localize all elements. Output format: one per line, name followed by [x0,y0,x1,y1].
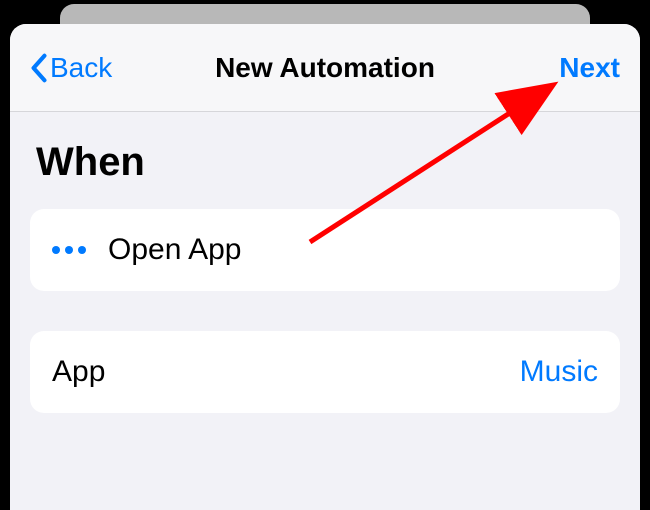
page-title: New Automation [215,52,435,84]
trigger-label: Open App [108,233,241,267]
chevron-left-icon [30,53,48,83]
back-label: Back [50,52,112,84]
navigation-bar: Back New Automation Next [10,24,640,112]
back-button[interactable]: Back [30,52,112,84]
modal-sheet: Back New Automation Next When Open App A… [10,24,640,510]
trigger-card[interactable]: Open App [30,209,620,291]
content-area: When Open App App Music [10,112,640,413]
app-value: Music [520,355,598,389]
app-label: App [52,355,105,389]
section-heading: When [30,140,620,185]
more-icon [52,246,86,254]
app-selector-card[interactable]: App Music [30,331,620,413]
next-button[interactable]: Next [559,52,620,84]
